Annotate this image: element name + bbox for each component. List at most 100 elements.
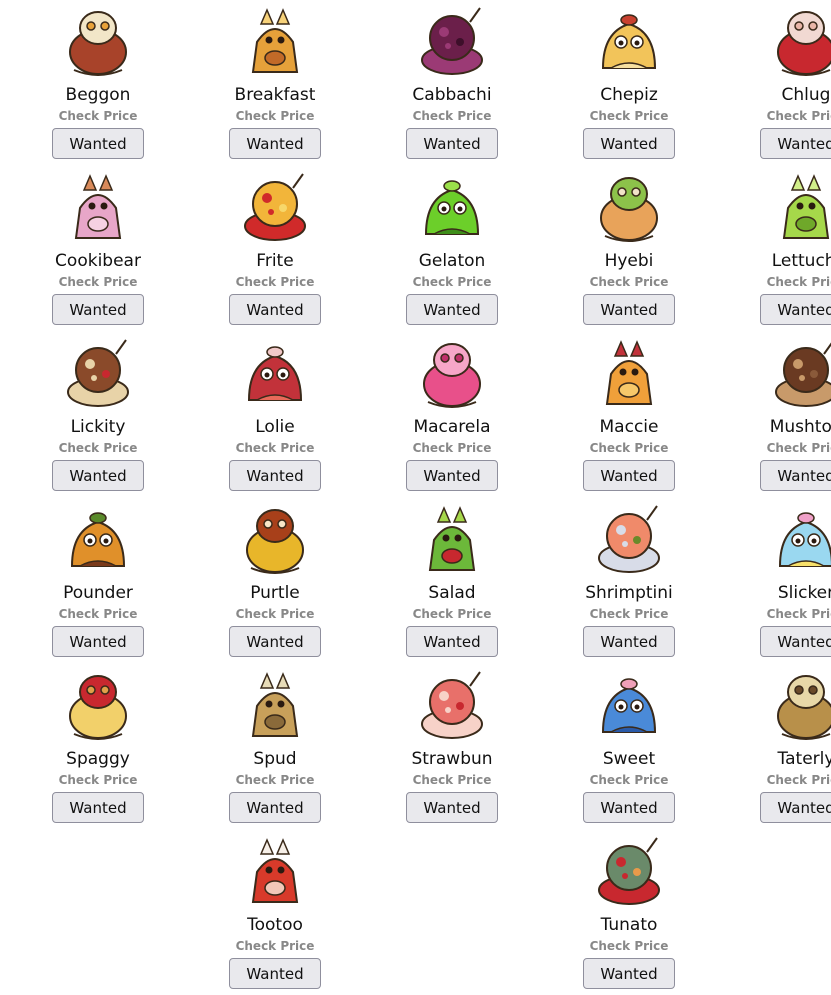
check-price-link[interactable]: Check Price <box>718 772 831 788</box>
pet-name: Taterly <box>777 749 831 769</box>
pet-name: Lolie <box>255 417 295 437</box>
wanted-button[interactable]: Wanted <box>406 294 498 325</box>
pet-card: Taterly Check Price Wanted <box>718 664 831 830</box>
pet-name: Cabbachi <box>412 85 492 105</box>
pet-card: Maccie Check Price Wanted <box>541 332 718 498</box>
wanted-button[interactable]: Wanted <box>52 626 144 657</box>
wanted-button[interactable]: Wanted <box>406 792 498 823</box>
shrimp-hyena-icon <box>589 168 669 248</box>
green-jelly-bear-icon <box>412 168 492 248</box>
wanted-button[interactable]: Wanted <box>406 128 498 159</box>
check-price-link[interactable]: Check Price <box>187 772 364 788</box>
rainbow-candy-snail-icon <box>766 500 831 580</box>
pet-name: Hyebi <box>604 251 654 271</box>
pet-card: Cabbachi Check Price Wanted <box>364 0 541 166</box>
pet-name: Chlug <box>781 85 831 105</box>
check-price-link[interactable]: Check Price <box>364 606 541 622</box>
wanted-button[interactable]: Wanted <box>760 460 831 491</box>
chocolate-cake-icon <box>58 334 138 414</box>
wanted-button[interactable]: Wanted <box>760 128 831 159</box>
wanted-button[interactable]: Wanted <box>229 460 321 491</box>
check-price-link[interactable]: Check Price <box>364 108 541 124</box>
cookie-bear-icon <box>58 168 138 248</box>
pet-card: Sweet Check Price Wanted <box>541 664 718 830</box>
shrimp-cocktail-icon <box>589 500 669 580</box>
pet-card: Beggon Check Price Wanted <box>10 0 187 166</box>
pet-card: Strawbun Check Price Wanted <box>364 664 541 830</box>
pet-name: Slicker <box>777 583 831 603</box>
wanted-button[interactable]: Wanted <box>406 626 498 657</box>
pet-name: Breakfast <box>234 85 316 105</box>
pet-card: Breakfast Check Price Wanted <box>187 0 364 166</box>
bacon-egg-creature-icon <box>58 2 138 82</box>
check-price-link[interactable]: Check Price <box>10 772 187 788</box>
leaf-salad-creature-icon <box>412 500 492 580</box>
pet-card: Purtle Check Price Wanted <box>187 498 364 664</box>
check-price-link[interactable]: Check Price <box>10 108 187 124</box>
wanted-button[interactable]: Wanted <box>406 460 498 491</box>
pet-name: Frite <box>256 251 294 271</box>
pet-card: Cookibear Check Price Wanted <box>10 166 187 332</box>
check-price-link[interactable]: Check Price <box>10 606 187 622</box>
check-price-link[interactable]: Check Price <box>541 108 718 124</box>
brown-mushroom-icon <box>766 334 831 414</box>
pet-name: Lettuchi <box>771 251 831 271</box>
wanted-button[interactable]: Wanted <box>52 128 144 159</box>
check-price-link[interactable]: Check Price <box>718 606 831 622</box>
check-price-link[interactable]: Check Price <box>718 274 831 290</box>
pet-name: Lickity <box>70 417 126 437</box>
burger-monster-icon <box>58 500 138 580</box>
pet-name: Gelaton <box>418 251 486 271</box>
wanted-button[interactable]: Wanted <box>583 958 675 989</box>
check-price-link[interactable]: Check Price <box>364 440 541 456</box>
wanted-button[interactable]: Wanted <box>229 626 321 657</box>
pet-name: Beggon <box>65 85 131 105</box>
pet-name: Sweet <box>602 749 656 769</box>
check-price-link[interactable]: Check Price <box>541 606 718 622</box>
pet-grid: Beggon Check Price Wanted Breakfast Check P… <box>0 0 831 995</box>
pudding-turtle-icon <box>235 500 315 580</box>
wanted-button[interactable]: Wanted <box>760 626 831 657</box>
check-price-link[interactable]: Check Price <box>541 938 718 954</box>
pet-card: Chepiz Check Price Wanted <box>541 0 718 166</box>
wanted-button[interactable]: Wanted <box>229 128 321 159</box>
check-price-link[interactable]: Check Price <box>187 108 364 124</box>
wanted-button[interactable]: Wanted <box>583 460 675 491</box>
pet-card: Lickity Check Price Wanted <box>10 332 187 498</box>
pet-card: Slicker Check Price Wanted <box>718 498 831 664</box>
check-price-link[interactable]: Check Price <box>718 108 831 124</box>
check-price-link[interactable]: Check Price <box>364 772 541 788</box>
wanted-button[interactable]: Wanted <box>229 792 321 823</box>
pet-card: Mushtoo Check Price Wanted <box>718 332 831 498</box>
check-price-link[interactable]: Check Price <box>541 440 718 456</box>
check-price-link[interactable]: Check Price <box>187 440 364 456</box>
wanted-button[interactable]: Wanted <box>583 626 675 657</box>
check-price-link[interactable]: Check Price <box>364 274 541 290</box>
wanted-button[interactable]: Wanted <box>760 294 831 325</box>
check-price-link[interactable]: Check Price <box>718 440 831 456</box>
check-price-link[interactable]: Check Price <box>10 274 187 290</box>
check-price-link[interactable]: Check Price <box>541 274 718 290</box>
wanted-button[interactable]: Wanted <box>583 294 675 325</box>
pet-card: Spud Check Price Wanted <box>187 664 364 830</box>
wanted-button[interactable]: Wanted <box>583 128 675 159</box>
macaron-icon <box>412 334 492 414</box>
check-price-link[interactable]: Check Price <box>187 606 364 622</box>
check-price-link[interactable]: Check Price <box>10 440 187 456</box>
wanted-button[interactable]: Wanted <box>52 294 144 325</box>
wanted-button[interactable]: Wanted <box>583 792 675 823</box>
wanted-button[interactable]: Wanted <box>229 294 321 325</box>
wanted-button[interactable]: Wanted <box>760 792 831 823</box>
pet-name: Tunato <box>600 915 658 935</box>
pet-card: Gelaton Check Price Wanted <box>364 166 541 332</box>
wanted-button[interactable]: Wanted <box>52 792 144 823</box>
check-price-link[interactable]: Check Price <box>541 772 718 788</box>
check-price-link[interactable]: Check Price <box>187 938 364 954</box>
pet-card: Spaggy Check Price Wanted <box>10 664 187 830</box>
pet-card: Pounder Check Price Wanted <box>10 498 187 664</box>
wanted-button[interactable]: Wanted <box>52 460 144 491</box>
potato-rabbit-icon <box>235 666 315 746</box>
lettuce-sprout-icon <box>766 168 831 248</box>
check-price-link[interactable]: Check Price <box>187 274 364 290</box>
wanted-button[interactable]: Wanted <box>229 958 321 989</box>
